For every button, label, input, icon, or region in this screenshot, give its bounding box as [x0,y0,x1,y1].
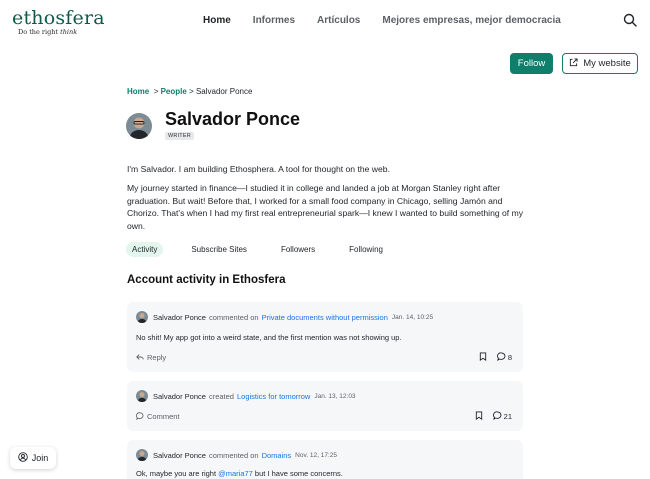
comment-icon [136,411,144,422]
brand-logo[interactable]: ethosfera Do the right think [12,8,105,36]
breadcrumb-people[interactable]: People [161,87,187,96]
tab-followers[interactable]: Followers [275,242,321,257]
role-badge: WRITER [165,132,194,140]
activity-action: commented on [208,450,259,460]
nav-articles[interactable]: Artículos [317,15,360,26]
nav-reports[interactable]: Informes [253,15,295,26]
follow-button[interactable]: Follow [510,53,553,74]
activity-header: Salvador Ponce commented on Private docu… [136,311,433,323]
user-mention-link[interactable]: @maria77 [218,469,253,478]
avatar [136,311,148,323]
comment-icon [492,411,502,422]
breadcrumb-current: Salvador Ponce [195,87,253,96]
activity-user[interactable]: Salvador Ponce [153,313,206,322]
section-title: Account activity in Ethosfera [127,274,286,286]
activity-action: created [208,391,234,401]
comment-count[interactable]: 8 [496,352,512,363]
bio-intro: I'm Salvador. I am building Ethosphera. … [127,164,390,174]
activity-target-link[interactable]: Private documents without permission [262,313,388,322]
activity-user[interactable]: Salvador Ponce [153,392,206,401]
bio-journey: My journey started in finance—I studied … [127,183,524,231]
nav-best-companies[interactable]: Mejores empresas, mejor democracia [382,15,560,26]
activity-time: Jan. 13, 12:03 [314,392,356,400]
main-nav: Home Informes Artículos Mejores empresas… [203,15,583,26]
nav-home[interactable]: Home [203,15,231,26]
activity-time: Nov. 12, 17:25 [295,451,337,459]
avatar [126,113,152,139]
activity-body: Ok, maybe you are right @maria77 but I h… [136,469,343,478]
user-icon [17,452,28,464]
activity-footer: Reply 8 [136,352,512,363]
activity-card: Salvador Ponce commented on Domains Nov.… [127,440,523,479]
profile-name: Salvador Ponce [165,109,301,129]
reply-icon [136,353,144,363]
tab-subscribe-sites[interactable]: Subscribe Sites [185,242,253,257]
search-icon[interactable] [623,13,637,27]
external-link-icon [569,57,578,70]
activity-footer: Comment 21 [136,411,512,422]
breadcrumb: Home > People > Salvador Ponce [127,87,253,96]
tab-activity[interactable]: Activity [126,242,164,257]
my-website-button[interactable]: My website [562,53,638,74]
avatar [136,390,148,402]
brand-name: ethosfera [12,7,105,29]
tab-following[interactable]: Following [343,242,389,257]
activity-body: No shit! My app got into a weird state, … [136,333,402,342]
comment-button[interactable]: Comment [136,411,180,422]
activity-target-link[interactable]: Domains [262,451,292,460]
activity-user[interactable]: Salvador Ponce [153,451,206,460]
activity-header: Salvador Ponce created Logistics for tom… [136,390,356,402]
comment-icon [496,352,506,363]
activity-action: commented on [208,312,259,322]
reply-button[interactable]: Reply [136,353,166,363]
activity-card: Salvador Ponce commented on Private docu… [127,302,523,372]
activity-time: Jan. 14, 10:25 [391,313,434,321]
activity-card: Salvador Ponce created Logistics for tom… [127,381,523,431]
breadcrumb-home[interactable]: Home [127,87,149,96]
bookmark-icon[interactable] [479,352,487,363]
activity-header: Salvador Ponce commented on Domains Nov.… [136,449,337,461]
join-button[interactable]: Join [10,447,56,469]
my-website-label: My website [583,58,631,69]
brand-tagline: Do the right think [18,28,78,36]
activity-target-link[interactable]: Logistics for tomorrow [237,392,310,401]
bookmark-icon[interactable] [475,411,483,422]
avatar [136,449,148,461]
profile-tabs: Activity Subscribe Sites Followers Follo… [126,242,411,257]
comment-count[interactable]: 21 [492,411,512,422]
